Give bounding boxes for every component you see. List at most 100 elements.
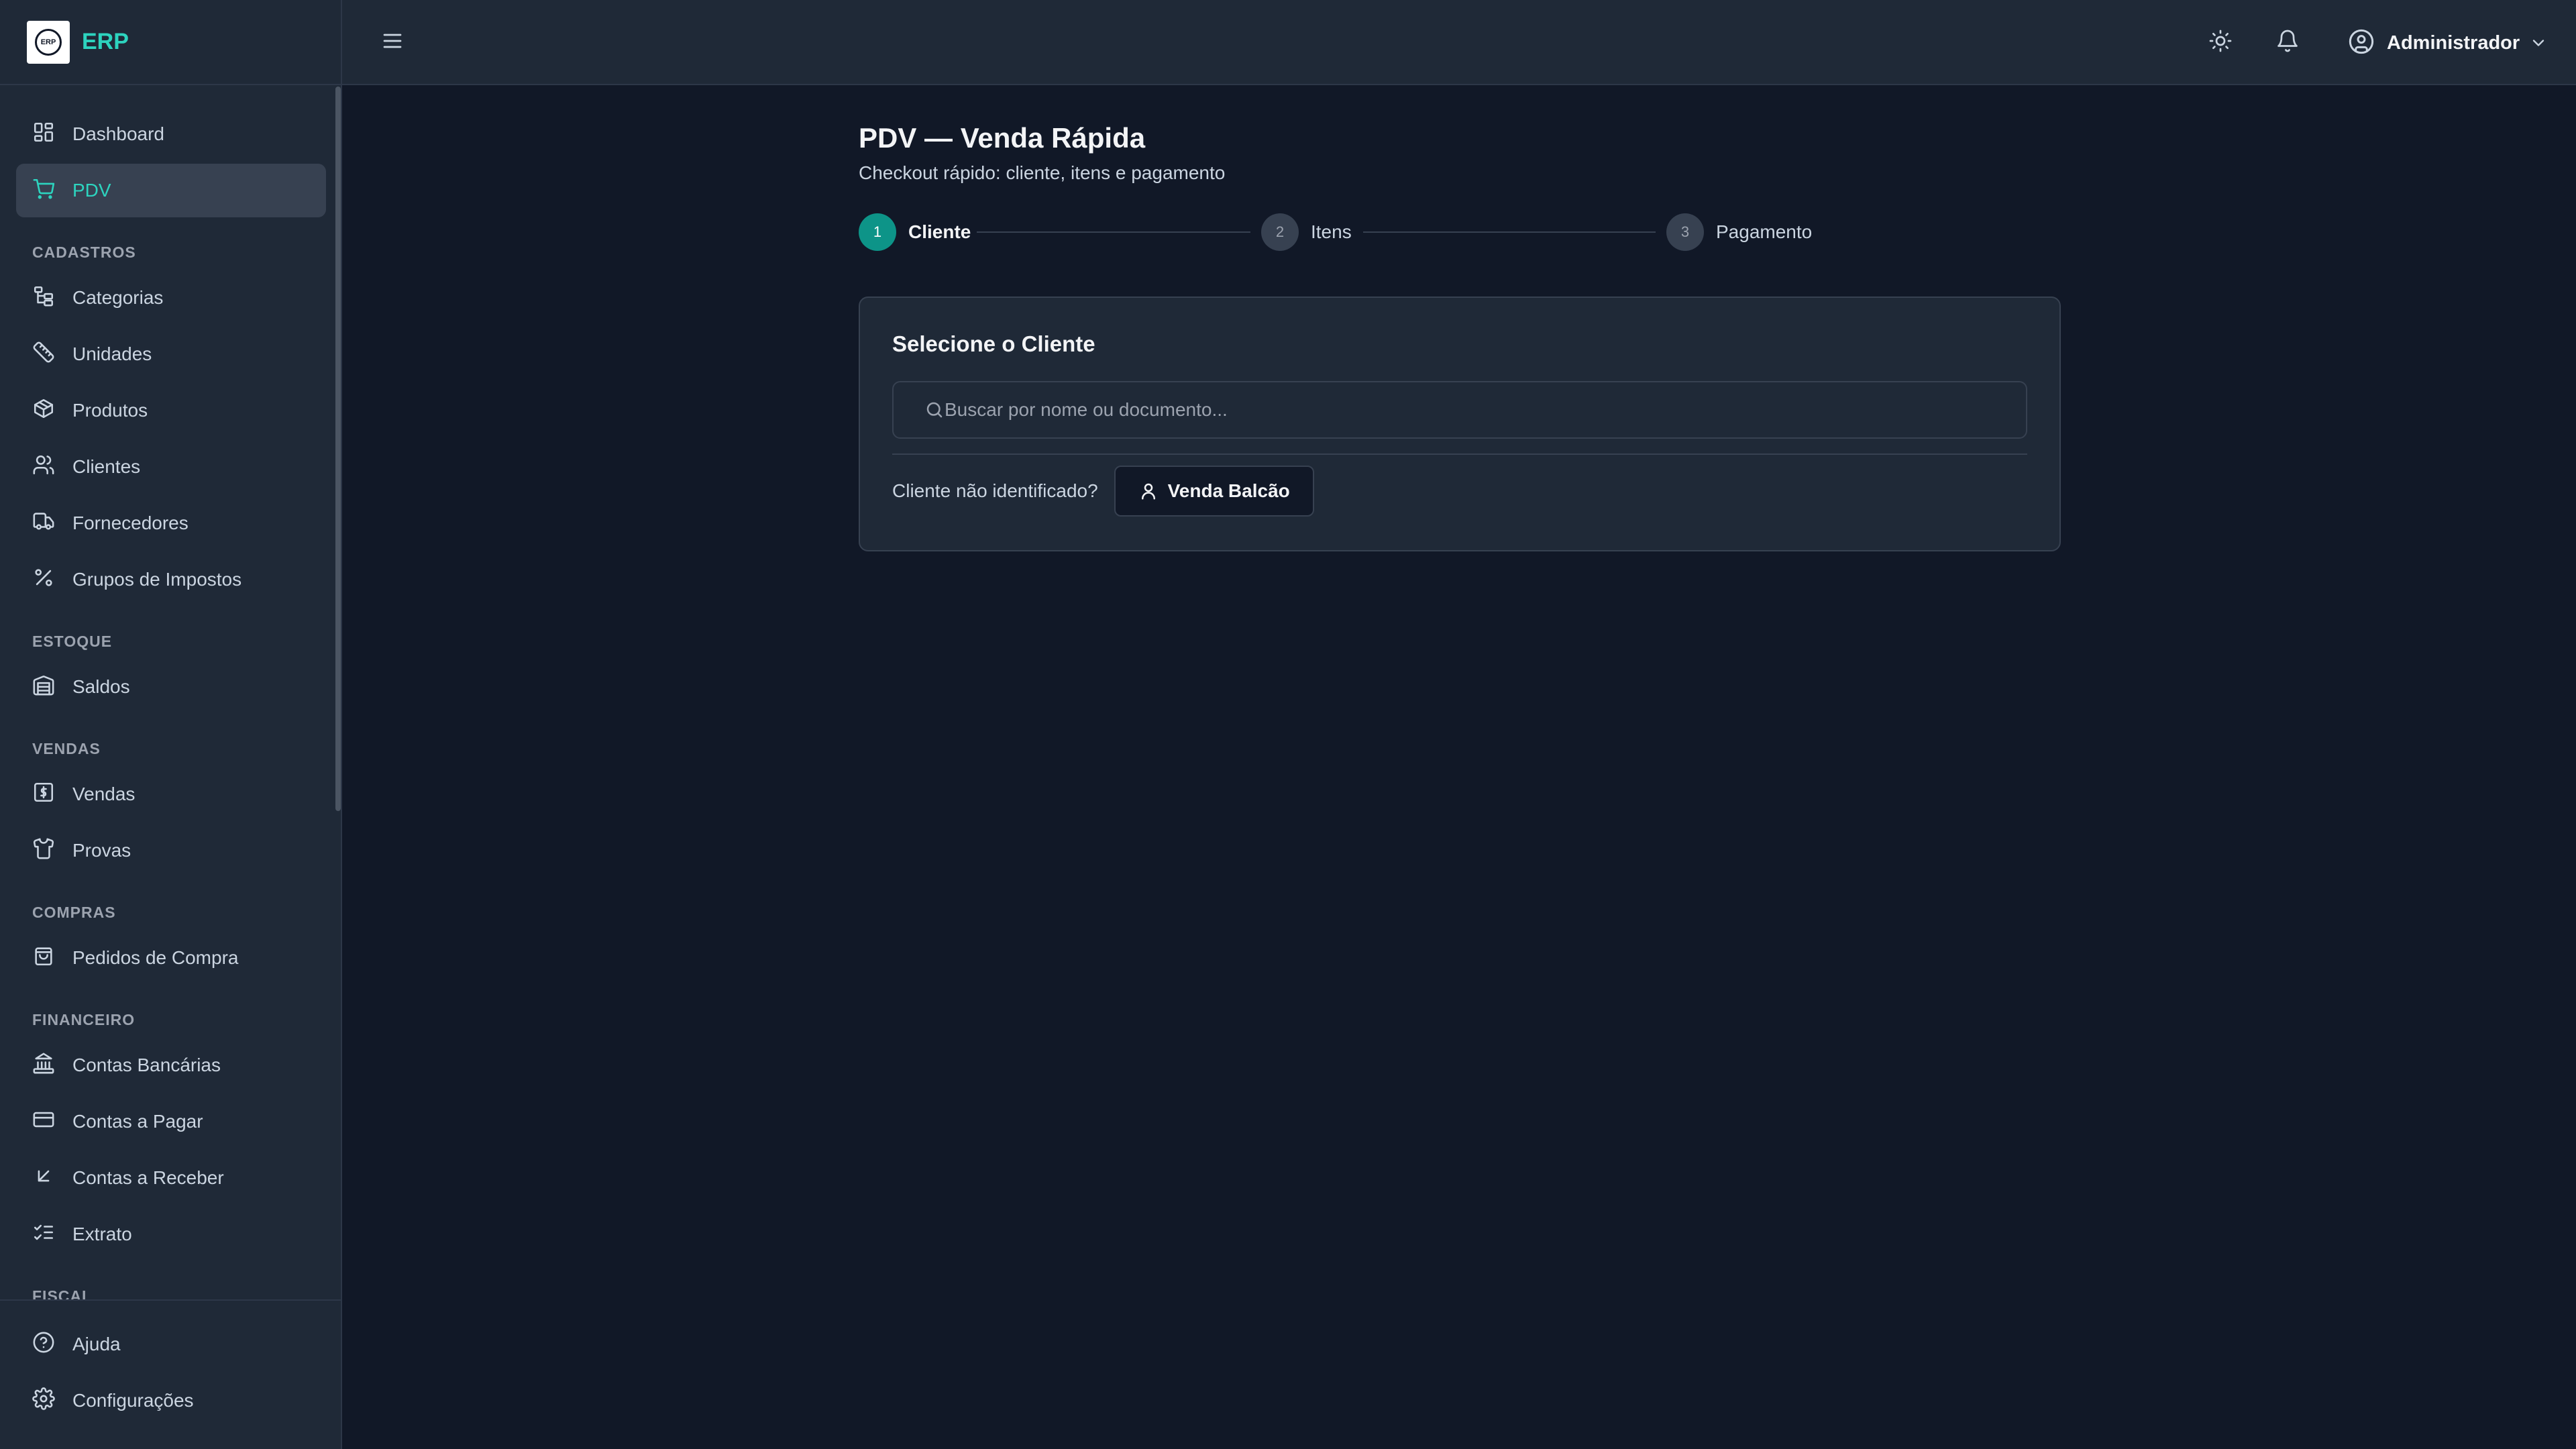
sidebar-item-clientes[interactable]: Clientes xyxy=(16,440,326,494)
sidebar-item-label: Provas xyxy=(72,840,131,861)
arrow-down-left-icon xyxy=(32,1165,55,1192)
credit-card-icon xyxy=(32,1108,55,1136)
help-circle-icon xyxy=(32,1331,55,1358)
step-label: Pagamento xyxy=(1716,221,1813,242)
notifications-button[interactable] xyxy=(2272,27,2303,58)
search-icon xyxy=(924,400,945,420)
theme-toggle-button[interactable] xyxy=(2205,27,2236,58)
sidebar-item-label: Pedidos de Compra xyxy=(72,947,239,968)
sidebar-item-label: Extrato xyxy=(72,1224,132,1244)
user-menu[interactable]: Administrador xyxy=(2348,24,2548,62)
counter-sale-label: Venda Balcão xyxy=(1167,480,1290,501)
step-itens[interactable]: 2 Itens xyxy=(1261,213,1352,251)
divider xyxy=(892,453,2027,455)
sidebar-item-label: Unidades xyxy=(72,343,152,364)
shopping-cart-icon xyxy=(32,177,55,205)
sidebar-item-unidades[interactable]: Unidades xyxy=(16,327,326,381)
step-number: 2 xyxy=(1261,213,1299,251)
step-connector xyxy=(977,231,1250,233)
section-title-compras: COMPRAS xyxy=(32,904,116,921)
sidebar-item-configuracoes[interactable]: Configurações xyxy=(16,1374,326,1428)
settings-icon xyxy=(32,1387,55,1415)
section-title-vendas: VENDAS xyxy=(32,740,101,757)
sun-icon xyxy=(2208,29,2233,56)
sidebar-item-label: Grupos de Impostos xyxy=(72,569,242,590)
sidebar-footer: Ajuda Configurações xyxy=(0,1299,341,1449)
checkout-stepper: 1 Cliente 2 Itens 3 Pagamento xyxy=(859,213,2061,254)
chevron-down-icon xyxy=(2529,34,2548,52)
sidebar-item-saldos[interactable]: Saldos xyxy=(16,660,326,714)
section-title-cadastros: CADASTROS xyxy=(32,244,136,261)
step-number: 3 xyxy=(1666,213,1704,251)
sidebar-item-ajuda[interactable]: Ajuda xyxy=(16,1318,326,1371)
sidebar-item-label: Produtos xyxy=(72,400,148,421)
sidebar-item-provas[interactable]: Provas xyxy=(16,824,326,877)
landmark-icon xyxy=(32,1052,55,1079)
sidebar-item-label: PDV xyxy=(72,180,111,201)
sidebar-item-contas-a-pagar[interactable]: Contas a Pagar xyxy=(16,1095,326,1148)
users-icon xyxy=(32,453,55,481)
topbar: Administrador xyxy=(342,0,2576,85)
sidebar-item-label: Categorias xyxy=(72,287,164,308)
sidebar-item-contas-a-receber[interactable]: Contas a Receber xyxy=(16,1151,326,1205)
sidebar-item-grupos-de-impostos[interactable]: Grupos de Impostos xyxy=(16,553,326,606)
sidebar-item-produtos[interactable]: Produtos xyxy=(16,384,326,437)
sidebar: ERP ERP Dashboard PDV CADASTROS Categori… xyxy=(0,0,342,1449)
sidebar-item-label: Saldos xyxy=(72,676,130,697)
unidentified-client-row: Cliente não identificado? Venda Balcão xyxy=(892,466,2027,517)
user-name: Administrador xyxy=(2387,32,2520,54)
truck-icon xyxy=(32,510,55,537)
brand-name: ERP xyxy=(82,29,129,54)
sidebar-item-label: Vendas xyxy=(72,784,136,804)
step-label: Cliente xyxy=(908,221,971,242)
app-root: ERP ERP Dashboard PDV CADASTROS Categori… xyxy=(0,0,2576,1449)
sidebar-item-label: Ajuda xyxy=(72,1334,121,1354)
step-label: Itens xyxy=(1311,221,1352,242)
step-pagamento[interactable]: 3 Pagamento xyxy=(1666,213,1812,251)
folder-tree-icon xyxy=(32,284,55,312)
sidebar-scrollbar[interactable] xyxy=(334,85,342,1299)
sidebar-item-pdv[interactable]: PDV xyxy=(16,164,326,217)
sidebar-scrollbar-thumb[interactable] xyxy=(335,87,341,811)
page-title: PDV — Venda Rápida xyxy=(859,122,1146,154)
card-title: Selecione o Cliente xyxy=(892,331,1095,356)
client-search-input[interactable] xyxy=(945,399,2026,421)
user-icon xyxy=(1138,481,1159,501)
main-content: PDV — Venda Rápida Checkout rápido: clie… xyxy=(859,121,2061,551)
percent-icon xyxy=(32,566,55,594)
ruler-icon xyxy=(32,341,55,368)
brand[interactable]: ERP ERP xyxy=(0,0,341,85)
sidebar-item-label: Contas a Pagar xyxy=(72,1111,203,1132)
sidebar-item-label: Dashboard xyxy=(72,123,164,144)
sidebar-item-dashboard[interactable]: Dashboard xyxy=(16,107,326,161)
warehouse-icon xyxy=(32,674,55,701)
list-checks-icon xyxy=(32,1221,55,1248)
step-cliente[interactable]: 1 Cliente xyxy=(859,213,971,251)
sidebar-item-label: Contas a Receber xyxy=(72,1167,224,1188)
sidebar-item-vendas[interactable]: Vendas xyxy=(16,767,326,821)
user-circle-icon xyxy=(2348,28,2375,58)
shirt-icon xyxy=(32,837,55,865)
sidebar-item-fornecedores[interactable]: Fornecedores xyxy=(16,496,326,550)
sidebar-item-categorias[interactable]: Categorias xyxy=(16,271,326,325)
package-icon xyxy=(32,397,55,425)
client-search-box[interactable] xyxy=(892,381,2027,439)
section-title-fiscal: FISCAL xyxy=(32,1287,93,1299)
sidebar-item-label: Clientes xyxy=(72,456,141,477)
counter-sale-button[interactable]: Venda Balcão xyxy=(1114,466,1314,517)
brand-logo-mark: ERP xyxy=(35,28,62,56)
menu-toggle-button[interactable] xyxy=(377,27,408,58)
receipt-dollar-icon xyxy=(32,781,55,808)
step-connector xyxy=(1363,231,1656,233)
sidebar-item-label: Configurações xyxy=(72,1390,194,1411)
sidebar-item-pedidos-de-compra[interactable]: Pedidos de Compra xyxy=(16,931,326,985)
page-subtitle: Checkout rápido: cliente, itens e pagame… xyxy=(859,162,1226,183)
sidebar-nav: Dashboard PDV CADASTROS Categorias Unida xyxy=(0,85,333,1299)
sidebar-item-contas-bancarias[interactable]: Contas Bancárias xyxy=(16,1038,326,1092)
section-title-financeiro: FINANCEIRO xyxy=(32,1011,136,1028)
step-number: 1 xyxy=(859,213,896,251)
section-title-estoque: ESTOQUE xyxy=(32,633,113,650)
unidentified-client-text: Cliente não identificado? xyxy=(892,480,1098,501)
bell-icon xyxy=(2275,29,2300,56)
sidebar-item-extrato[interactable]: Extrato xyxy=(16,1208,326,1261)
